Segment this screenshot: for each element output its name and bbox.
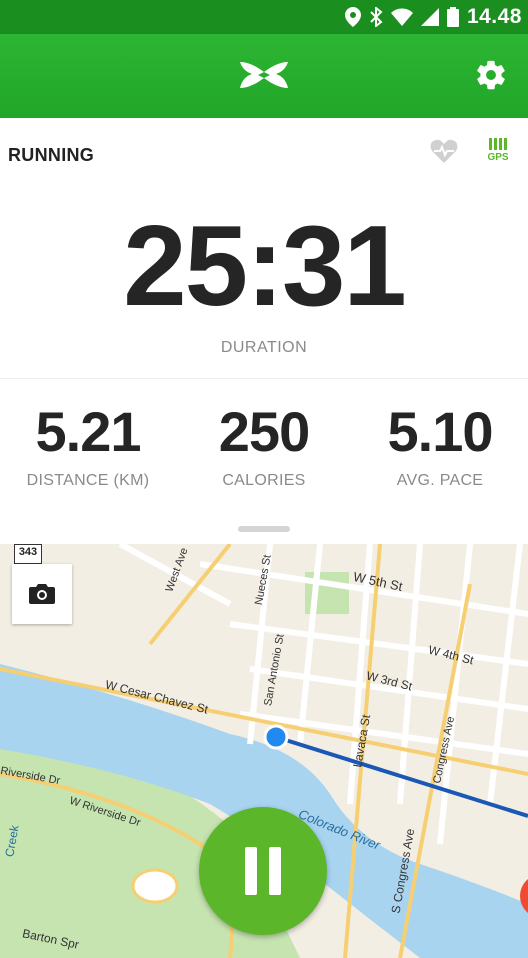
- stat-value: 5.10: [387, 400, 494, 463]
- heart-rate-icon[interactable]: [430, 138, 458, 164]
- location-icon: [344, 7, 361, 27]
- route-shield: 343: [14, 544, 42, 564]
- pause-icon: [245, 847, 257, 895]
- stat-avg-pace: 5.10 AVG. PACE: [352, 404, 528, 490]
- stat-label: CALORIES: [222, 472, 306, 489]
- signal-icon: [420, 8, 439, 26]
- status-bar: 14.48: [0, 0, 528, 34]
- wifi-icon: [390, 8, 413, 26]
- app-bar: [0, 34, 528, 118]
- stat-label: DISTANCE (KM): [26, 472, 150, 489]
- stat-label: AVG. PACE: [396, 472, 484, 489]
- status-icons: [344, 7, 459, 27]
- under-armour-logo: [240, 62, 288, 88]
- gps-label: GPS: [487, 152, 509, 163]
- status-time: 14.48: [466, 5, 522, 28]
- camera-button[interactable]: [12, 564, 72, 624]
- duration-label: DURATION: [220, 339, 308, 356]
- gear-icon[interactable]: [474, 58, 508, 92]
- activity-type[interactable]: RUNNING: [8, 145, 94, 166]
- camera-icon: [29, 584, 55, 604]
- stat-calories: 250 CALORIES: [176, 404, 352, 490]
- stats-panel: RUNNING GPS 25:31 DURATION 5.21 DISTANCE…: [0, 118, 528, 544]
- stat-value: 250: [218, 400, 310, 463]
- battery-icon: [446, 7, 459, 27]
- stat-value: 5.21: [35, 400, 142, 463]
- map-view[interactable]: W 5th St W 4th St W 3rd St W Cesar Chave…: [0, 544, 528, 958]
- stat-distance: 5.21 DISTANCE (KM): [0, 404, 176, 490]
- gps-indicator: GPS: [484, 138, 512, 170]
- bluetooth-icon: [370, 7, 383, 27]
- duration-value: 25:31: [123, 203, 407, 330]
- pause-icon: [269, 847, 281, 895]
- divider: [0, 378, 528, 379]
- drag-handle[interactable]: [238, 526, 290, 532]
- pause-button[interactable]: [199, 807, 327, 935]
- gps-signal-icon: [484, 138, 512, 150]
